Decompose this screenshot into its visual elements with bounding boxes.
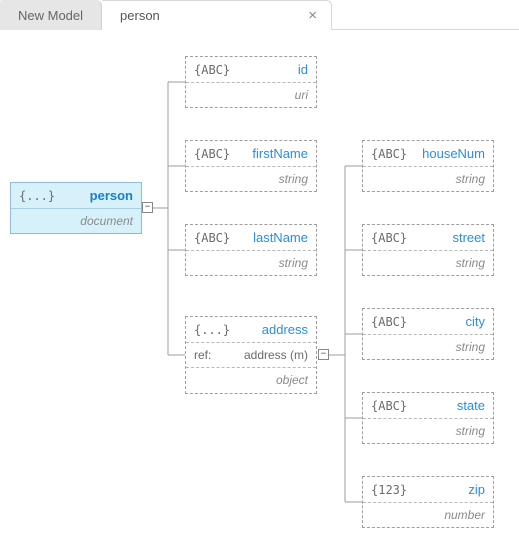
node-address[interactable]: {...} address ref: address (m) object [185,316,317,394]
field-name: address [262,322,308,337]
field-type: string [279,172,308,186]
field-name: city [466,314,486,329]
field-type: string [456,424,485,438]
ref-label: ref: [194,348,211,362]
abc-icon: {ABC} [371,231,407,245]
tab-person[interactable]: person × [102,0,332,30]
node-state[interactable]: {ABC} state string [362,392,494,444]
node-city[interactable]: {ABC} city string [362,308,494,360]
schema-canvas: {...} person document − {ABC} id uri {AB… [0,30,519,549]
field-type: string [456,340,485,354]
abc-icon: {ABC} [371,147,407,161]
ref-value: address (m) [244,348,308,362]
field-type: string [279,256,308,270]
field-type: string [456,256,485,270]
field-name: firstName [252,146,308,161]
field-type: uri [295,88,308,102]
field-type: string [456,172,485,186]
field-name: person [90,188,133,203]
tab-new-model[interactable]: New Model [0,0,102,30]
close-icon[interactable]: × [308,8,317,23]
field-name: lastName [253,230,308,245]
tab-label: person [120,8,160,23]
node-firstName[interactable]: {ABC} firstName string [185,140,317,192]
number-icon: {123} [371,483,407,497]
node-person[interactable]: {...} person document [10,182,142,234]
field-type: object [276,373,308,387]
expand-handle-person[interactable]: − [142,202,153,213]
node-zip[interactable]: {123} zip number [362,476,494,528]
tab-bar: New Model person × [0,0,519,30]
tab-label: New Model [18,8,83,23]
abc-icon: {ABC} [194,147,230,161]
abc-icon: {ABC} [194,231,230,245]
object-icon: {...} [194,323,230,337]
field-name: street [452,230,485,245]
abc-icon: {ABC} [371,315,407,329]
abc-icon: {ABC} [194,63,230,77]
abc-icon: {ABC} [371,399,407,413]
field-name: state [457,398,485,413]
node-id[interactable]: {ABC} id uri [185,56,317,108]
field-type: document [80,214,133,228]
node-lastName[interactable]: {ABC} lastName string [185,224,317,276]
field-name: houseNum [422,146,485,161]
node-street[interactable]: {ABC} street string [362,224,494,276]
field-type: number [444,508,485,522]
node-houseNum[interactable]: {ABC} houseNum string [362,140,494,192]
object-icon: {...} [19,189,55,203]
field-name: zip [468,482,485,497]
expand-handle-address[interactable]: − [318,349,329,360]
field-name: id [298,62,308,77]
